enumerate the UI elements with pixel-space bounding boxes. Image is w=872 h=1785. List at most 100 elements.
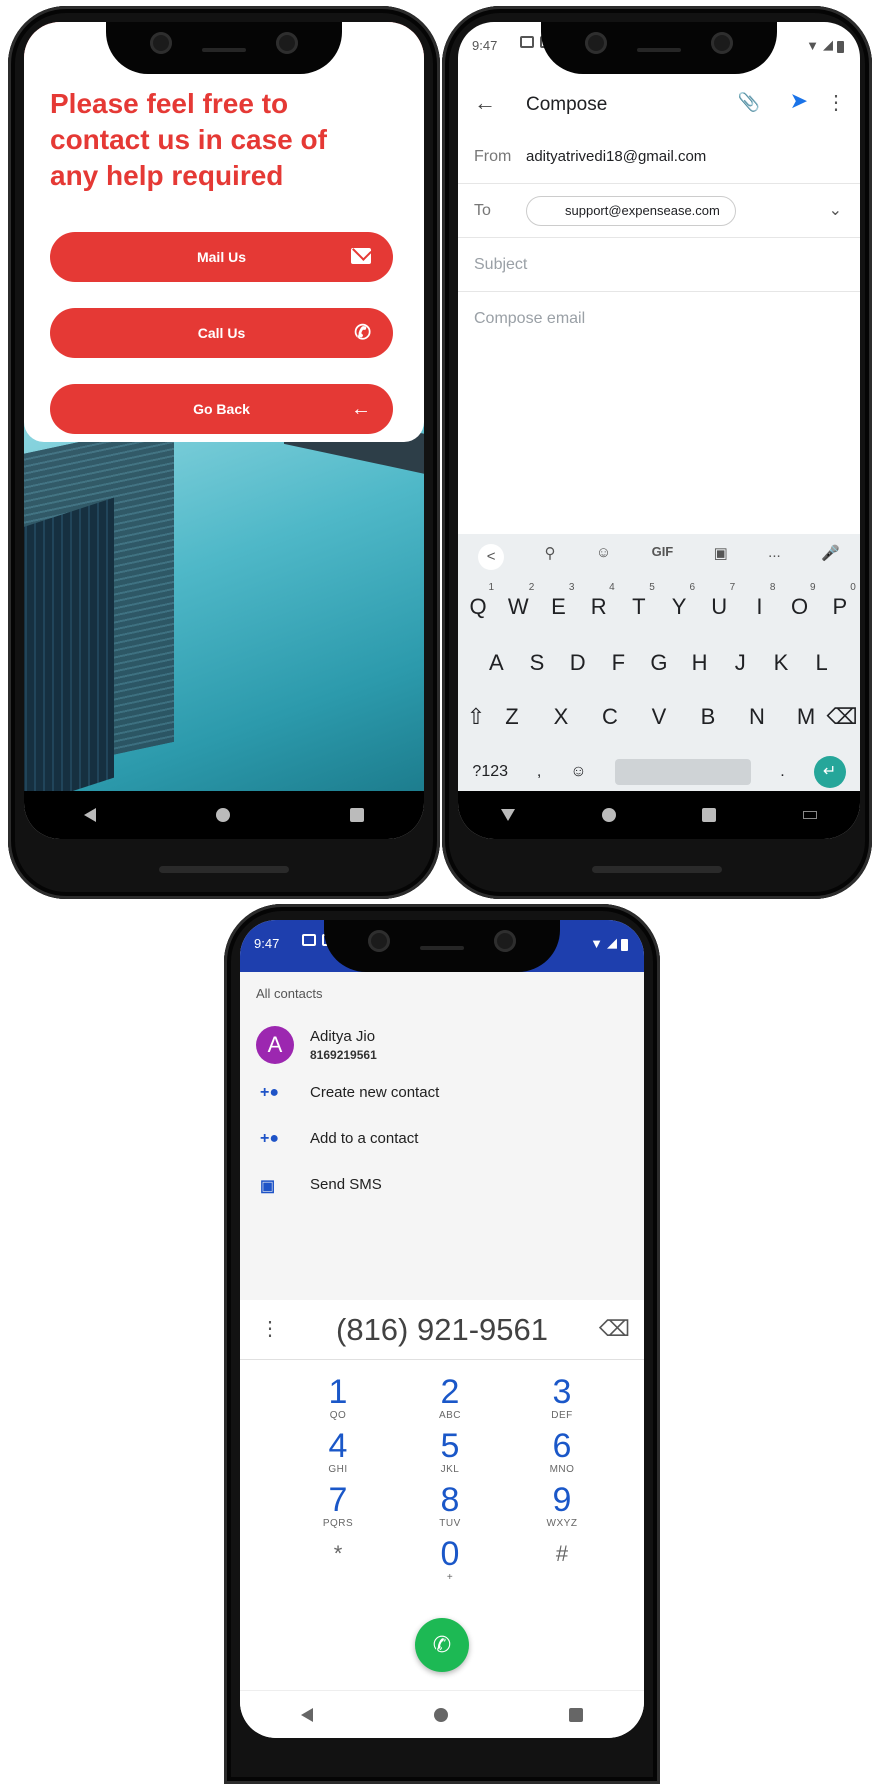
key-m[interactable]: M <box>788 704 824 730</box>
contact-row[interactable]: A Aditya Jio 8169219561 <box>240 1018 644 1068</box>
key-o[interactable]: O <box>791 594 808 619</box>
key-y-wrapper[interactable]: Y6 <box>661 582 697 620</box>
key-p[interactable]: P <box>832 594 847 619</box>
symbols-key[interactable]: ?123 <box>472 763 508 781</box>
key-k[interactable]: K <box>763 650 799 676</box>
dialpad-key-7[interactable]: 8 TUV <box>410 1482 490 1529</box>
key-e-wrapper[interactable]: E3 <box>540 582 576 620</box>
system-icons: ▼ ◢ <box>370 37 408 53</box>
key-o-wrapper[interactable]: O9 <box>782 582 818 620</box>
nav-home-icon[interactable] <box>433 1707 448 1722</box>
keyboard-collapse-icon[interactable]: < <box>478 544 505 570</box>
key-j[interactable]: J <box>722 650 758 676</box>
comma-key[interactable]: , <box>537 763 541 781</box>
key-t[interactable]: T <box>632 594 645 619</box>
space-bar[interactable] <box>615 759 752 785</box>
key-r[interactable]: R <box>591 594 607 619</box>
key-y[interactable]: Y <box>672 594 687 619</box>
dialpad-key-11[interactable]: # <box>522 1536 602 1572</box>
key-t-wrapper[interactable]: T5 <box>621 582 657 620</box>
nav-recents-icon[interactable] <box>350 808 364 822</box>
nav-recents-icon[interactable] <box>702 808 717 822</box>
key-i[interactable]: I <box>756 594 762 619</box>
nav-home-icon[interactable] <box>601 808 616 822</box>
key-q-wrapper[interactable]: Q1 <box>460 582 496 620</box>
create-contact-item[interactable]: +● Create new contact <box>240 1072 644 1116</box>
send-sms-item[interactable]: ▣ Send SMS <box>240 1164 644 1208</box>
keyboard-translate-icon[interactable]: ▣ <box>714 544 728 570</box>
wifi-icon: ▼ <box>806 38 819 53</box>
subject-row[interactable]: Subject <box>458 238 860 292</box>
status-time: 9:47 <box>254 936 280 951</box>
key-l[interactable]: L <box>804 650 840 676</box>
dialpad-key-10[interactable]: 0 + <box>410 1536 490 1583</box>
from-value[interactable]: adityatrivedi18@gmail.com <box>526 148 706 165</box>
key-e[interactable]: E <box>551 594 566 619</box>
add-to-contact-item[interactable]: +● Add to a contact <box>240 1118 644 1162</box>
key-b[interactable]: B <box>690 704 726 730</box>
back-arrow-icon[interactable]: ← <box>474 90 496 116</box>
keyboard-search-icon[interactable]: ⚲ <box>545 544 556 570</box>
key-g[interactable]: G <box>641 650 677 676</box>
dialed-number[interactable]: (816) 921-9561 <box>240 1312 644 1348</box>
key-d[interactable]: D <box>560 650 596 676</box>
key-x[interactable]: X <box>543 704 579 730</box>
letters: GHI <box>328 1464 348 1475</box>
keyboard-sticker-icon[interactable]: ☺ <box>596 544 611 570</box>
dialpad-key-1[interactable]: 2 ABC <box>410 1374 490 1421</box>
key-a[interactable]: A <box>478 650 514 676</box>
shift-key[interactable]: ⇧ <box>458 704 494 730</box>
key-c[interactable]: C <box>592 704 628 730</box>
key-i-wrapper[interactable]: I8 <box>741 582 777 620</box>
key-v[interactable]: V <box>641 704 677 730</box>
enter-key[interactable]: ↵ <box>813 756 846 788</box>
call-us-button[interactable]: Call Us ✆ <box>50 308 393 358</box>
dialpad-key-5[interactable]: 6 MNO <box>522 1428 602 1475</box>
key-n[interactable]: N <box>739 704 775 730</box>
period-key[interactable]: . <box>780 763 784 781</box>
go-back-button[interactable]: Go Back ← <box>50 384 393 434</box>
key-s[interactable]: S <box>519 650 555 676</box>
keyboard-mic-icon[interactable]: 🎤 <box>821 544 840 570</box>
key-u[interactable]: U <box>711 594 727 619</box>
nav-collapse-icon[interactable] <box>501 809 516 821</box>
nav-home-icon[interactable] <box>216 808 230 822</box>
mail-us-button[interactable]: Mail Us <box>50 232 393 282</box>
dialpad-key-2[interactable]: 3 DEF <box>522 1374 602 1421</box>
subject-field[interactable]: Subject <box>474 256 527 274</box>
call-button[interactable]: ✆ <box>415 1618 469 1672</box>
keyboard-more-icon[interactable]: ... <box>768 544 781 570</box>
nav-recents-icon[interactable] <box>569 1707 584 1722</box>
key-z[interactable]: Z <box>494 704 530 730</box>
key-w[interactable]: W <box>508 594 529 619</box>
dialpad-key-0[interactable]: 1 QO <box>298 1374 378 1421</box>
key-w-wrapper[interactable]: W2 <box>500 582 536 620</box>
attach-icon[interactable]: 📎 <box>738 92 760 113</box>
keyboard-switch-icon[interactable] <box>802 811 817 819</box>
key-p-wrapper[interactable]: P0 <box>822 582 858 620</box>
backspace-key[interactable]: ⌫ <box>824 704 860 730</box>
building-shape <box>24 497 114 791</box>
keyboard-gif-button[interactable]: GIF <box>652 544 674 570</box>
from-label: From <box>474 148 512 165</box>
key-h[interactable]: H <box>682 650 718 676</box>
send-icon[interactable]: ➤ <box>790 88 808 114</box>
key-f[interactable]: F <box>600 650 636 676</box>
dialpad-key-9[interactable]: * <box>298 1536 378 1572</box>
emoji-key[interactable]: ☺ <box>570 763 586 781</box>
nav-back-icon[interactable] <box>84 808 96 822</box>
battery-icon <box>401 41 408 53</box>
backspace-icon[interactable]: ⌫ <box>599 1316 630 1342</box>
more-options-icon[interactable]: ⋮ <box>826 90 846 115</box>
nav-back-icon[interactable] <box>300 1707 313 1722</box>
key-r-wrapper[interactable]: R4 <box>581 582 617 620</box>
dialpad-key-6[interactable]: 7 PQRS <box>298 1482 378 1529</box>
key-q[interactable]: Q <box>470 594 487 619</box>
dialpad-key-3[interactable]: 4 GHI <box>298 1428 378 1475</box>
dialpad-key-4[interactable]: 5 JKL <box>410 1428 490 1475</box>
recipient-chip[interactable]: support@expensease.com <box>526 196 736 226</box>
key-u-wrapper[interactable]: U7 <box>701 582 737 620</box>
expand-recipients-icon[interactable]: ⌄ <box>829 200 842 220</box>
dialpad-key-8[interactable]: 9 WXYZ <box>522 1482 602 1529</box>
body-field[interactable]: Compose email <box>474 310 585 328</box>
